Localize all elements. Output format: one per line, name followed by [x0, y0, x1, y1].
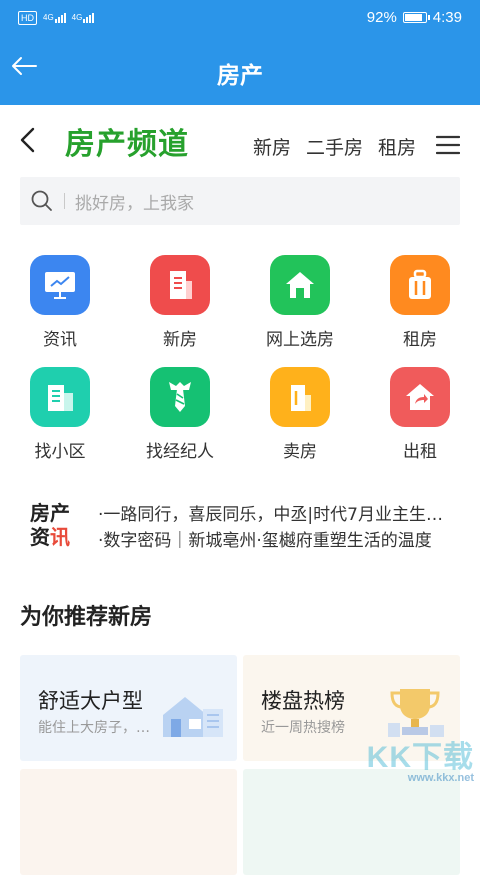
- grid-item-online-selection[interactable]: 网上选房: [240, 255, 360, 350]
- search-bar[interactable]: 挑好房，上我家: [20, 177, 460, 225]
- presentation-icon: [45, 272, 75, 299]
- network-type-label: 4G: [43, 13, 54, 22]
- chevron-left-icon[interactable]: [16, 126, 38, 154]
- building-sell-icon: [291, 385, 311, 411]
- grid-label: 租房: [403, 330, 437, 350]
- grid-icon-bg: [150, 255, 210, 315]
- status-bar: HD 4G 4G 92% 4:39: [0, 0, 480, 38]
- grid-item-news[interactable]: 资讯: [0, 255, 120, 350]
- channel-header: 房产频道 新房 二手房 租房: [0, 105, 480, 173]
- share-house-icon: [406, 384, 434, 410]
- card-large-unit[interactable]: 舒适大户型 能住上大房子，…: [20, 655, 237, 761]
- watermark-main: KK下载: [366, 741, 474, 774]
- news-badge-top: 房产: [30, 501, 70, 525]
- search-divider: [64, 193, 65, 209]
- grid-item-lease-out[interactable]: 出租: [360, 367, 480, 462]
- watermark-logo: KK下载 www.kkx.net: [367, 732, 474, 784]
- grid-icon-bg: [390, 255, 450, 315]
- luggage-icon: [409, 269, 431, 299]
- card-title: 舒适大户型: [38, 689, 143, 713]
- grid-icon-bg: [270, 367, 330, 427]
- app-bar-title: 房产: [217, 63, 263, 89]
- battery-icon: [402, 12, 430, 23]
- card-recommend[interactable]: [20, 769, 237, 875]
- news-ticker: 房产 资讯 ·一路同行，喜辰同乐，中丞|时代7月业主生… ·数字密码｜新城亳州·…: [30, 497, 470, 557]
- network-type-label: 4G: [71, 13, 83, 22]
- battery-percent: 92%: [366, 9, 397, 26]
- news-item[interactable]: ·一路同行，喜辰同乐，中丞|时代7月业主生…: [98, 500, 470, 525]
- channel-tabs: 新房 二手房 租房: [253, 133, 416, 160]
- grid-icon-bg: [30, 367, 90, 427]
- search-placeholder: 挑好房，上我家: [75, 193, 194, 214]
- necktie-icon: [169, 382, 191, 412]
- grid-icon-bg: [390, 367, 450, 427]
- grid-label: 资讯: [43, 330, 77, 350]
- card-subtitle: 近一周热搜榜: [261, 720, 345, 736]
- grid-item-new-house[interactable]: 新房: [120, 255, 240, 350]
- tab-new-house[interactable]: 新房: [253, 133, 291, 160]
- grid-label: 新房: [163, 330, 197, 350]
- channel-title: 房产频道: [65, 127, 189, 162]
- section-title: 为你推荐新房: [20, 605, 153, 630]
- signal-icon: 4G: [43, 13, 66, 23]
- tab-second-hand[interactable]: 二手房: [306, 133, 363, 160]
- tab-rent[interactable]: 租房: [378, 133, 416, 160]
- news-item[interactable]: ·数字密码｜新城亳州·玺樾府重塑生活的温度: [98, 526, 470, 551]
- news-badge-bottom-b: 讯: [50, 525, 70, 549]
- grid-icon-bg: [270, 255, 330, 315]
- grid-label: 网上选房: [266, 330, 334, 350]
- signal-icon: 4G: [72, 13, 95, 23]
- grid-icon-bg: [150, 367, 210, 427]
- app-bar: 房产: [0, 38, 480, 105]
- grid-label: 找经纪人: [146, 442, 214, 462]
- menu-icon[interactable]: [436, 135, 460, 155]
- grid-item-find-community[interactable]: 找小区: [0, 367, 120, 462]
- house-illustration-icon: [163, 697, 223, 737]
- hd-indicator: HD: [18, 11, 37, 25]
- clock: 4:39: [432, 9, 462, 26]
- card-title: 楼盘热榜: [261, 689, 345, 713]
- page-content: 房产频道 新房 二手房 租房 挑好房，上我家 资讯 新房 网上选房 租房 找小区…: [0, 105, 480, 875]
- grid-item-sell-house[interactable]: 卖房: [240, 367, 360, 462]
- grid-label: 出租: [403, 442, 437, 462]
- grid-label: 找小区: [34, 442, 86, 462]
- card-subtitle: 能住上大房子，…: [38, 720, 150, 736]
- grid-label: 卖房: [283, 442, 317, 462]
- grid-item-rent[interactable]: 租房: [360, 255, 480, 350]
- building-icon: [170, 271, 192, 299]
- house-icon: [286, 272, 314, 298]
- card-recommend[interactable]: [243, 769, 460, 875]
- search-icon: [31, 190, 52, 211]
- news-badge-bottom-a: 资: [30, 525, 50, 549]
- grid-item-find-agent[interactable]: 找经纪人: [120, 367, 240, 462]
- grid-icon-bg: [30, 255, 90, 315]
- news-badge: 房产 资讯: [30, 501, 70, 549]
- apartment-icon: [48, 385, 73, 411]
